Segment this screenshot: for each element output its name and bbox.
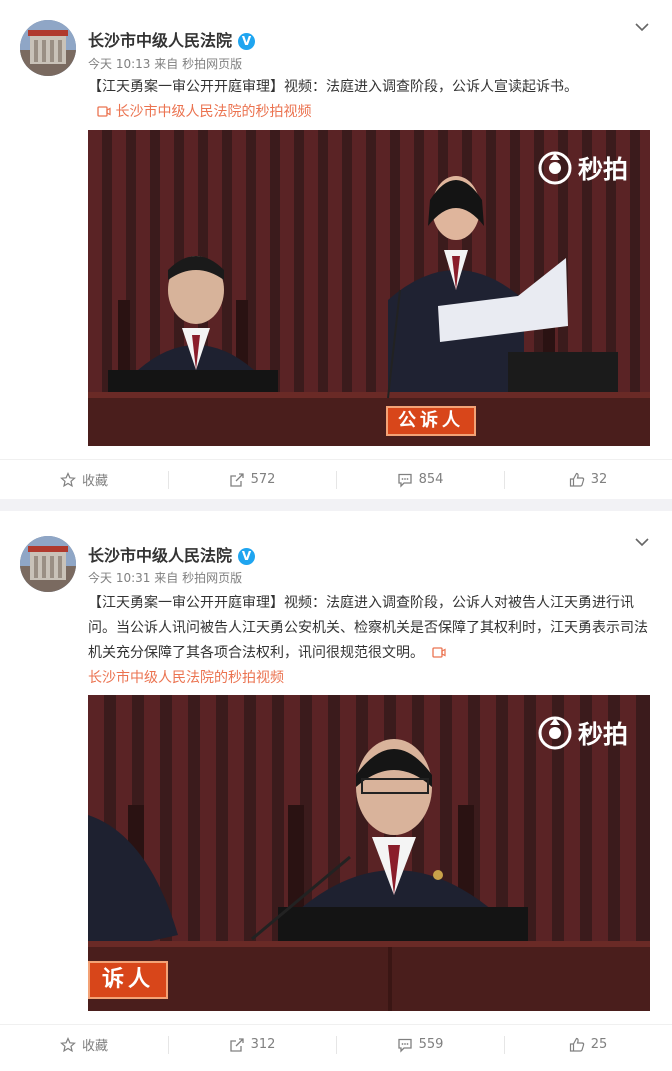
comment-icon: [397, 1038, 412, 1053]
post-time[interactable]: 今天 10:13: [88, 57, 150, 71]
video-link[interactable]: 长沙市中级人民法院的秒拍视频: [97, 100, 648, 125]
video-link-text[interactable]: 长沙市中级人民法院的秒拍视频: [115, 104, 311, 120]
comment-button[interactable]: 854: [336, 460, 504, 499]
post-text-block: 【江天勇案一审公开开庭审理】视频：法庭进入调查阶段，公诉人对被告人江天勇进行讯问…: [88, 591, 648, 691]
video-icon: [432, 647, 447, 658]
repost-count: 572: [250, 472, 276, 487]
repost-button[interactable]: 572: [168, 460, 336, 499]
repost-button[interactable]: 312: [168, 1025, 336, 1064]
author-name[interactable]: 长沙市中级人民法院: [88, 31, 232, 50]
prosecutor-sign: 诉人: [88, 961, 168, 999]
video-player[interactable]: 秒拍 公诉人: [88, 130, 650, 446]
weibo-post: 长沙市中级人民法院 V 今天 10:31 来自 秒拍网页版 【江天勇案一审公开开庭…: [0, 511, 672, 1071]
source-link[interactable]: 秒拍网页版: [182, 571, 242, 585]
repost-count: 312: [250, 1037, 276, 1052]
comment-count: 854: [418, 472, 444, 487]
video-link-text[interactable]: 长沙市中级人民法院的秒拍视频: [88, 670, 284, 686]
repost-icon: [229, 472, 244, 487]
action-bar: 收藏 572 854 32: [0, 459, 672, 499]
avatar[interactable]: [20, 536, 76, 592]
video-player[interactable]: 秒拍 诉人: [88, 695, 650, 1011]
author-name[interactable]: 长沙市中级人民法院: [88, 546, 232, 565]
like-count: 25: [590, 1037, 608, 1052]
miaopai-watermark: 秒拍: [538, 715, 628, 751]
miaopai-logo-icon: [538, 716, 572, 750]
thumbs-up-icon: [569, 472, 584, 487]
weibo-post: 长沙市中级人民法院 V 今天 10:13 来自 秒拍网页版 【江天勇案一审公开开庭…: [0, 0, 672, 499]
miaopai-text: 秒拍: [577, 720, 628, 749]
source-link[interactable]: 秒拍网页版: [182, 57, 242, 71]
post-text: 【江天勇案一审公开开庭审理】视频：法庭进入调查阶段，公诉人对被告人江天勇进行讯问…: [88, 595, 648, 661]
action-bar: 收藏 312 559 25: [0, 1024, 672, 1064]
chevron-down-icon[interactable]: [634, 534, 650, 550]
video-icon: [97, 106, 111, 117]
favorite-button[interactable]: 收藏: [0, 460, 168, 499]
like-button[interactable]: 25: [504, 1025, 672, 1064]
miaopai-text: 秒拍: [577, 155, 628, 184]
verified-badge-icon: V: [238, 33, 256, 50]
star-icon: [60, 1036, 76, 1052]
source-prefix: 来自: [154, 57, 179, 71]
like-count: 32: [590, 472, 608, 487]
miaopai-watermark: 秒拍: [538, 150, 628, 186]
source-prefix: 来自: [154, 571, 179, 585]
post-time[interactable]: 今天 10:31: [88, 571, 150, 585]
prosecutor-sign: 公诉人: [386, 406, 476, 436]
thumbs-up-icon: [569, 1037, 584, 1052]
comment-icon: [397, 473, 412, 488]
favorite-button[interactable]: 收藏: [0, 1025, 168, 1064]
post-text: 【江天勇案一审公开开庭审理】视频：法庭进入调查阶段，公诉人宣读起诉书。: [88, 79, 578, 95]
post-text-block: 【江天勇案一审公开开庭审理】视频：法庭进入调查阶段，公诉人宣读起诉书。 长沙市中…: [88, 75, 648, 125]
avatar[interactable]: [20, 20, 76, 76]
favorite-label: 收藏: [81, 1039, 108, 1054]
video-link[interactable]: 长沙市中级人民法院的秒拍视频: [88, 666, 648, 691]
chevron-down-icon[interactable]: [634, 19, 650, 35]
verified-badge-icon: V: [238, 548, 256, 565]
miaopai-logo-icon: [538, 151, 572, 185]
star-icon: [60, 471, 76, 487]
comment-count: 559: [418, 1037, 444, 1052]
like-button[interactable]: 32: [504, 460, 672, 499]
repost-icon: [229, 1037, 244, 1052]
favorite-label: 收藏: [81, 474, 108, 489]
comment-button[interactable]: 559: [336, 1025, 504, 1064]
